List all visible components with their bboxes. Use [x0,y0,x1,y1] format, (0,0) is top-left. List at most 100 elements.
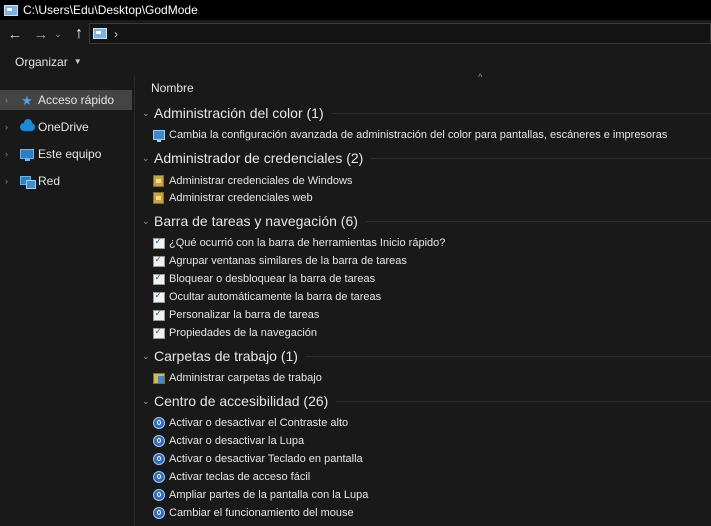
breadcrumb-separator[interactable]: › [114,27,118,41]
item-label: ¿Qué ocurrió con la barra de herramienta… [169,237,446,249]
item-label: Personalizar la barra de tareas [169,309,320,321]
cloud-icon [19,119,35,134]
item-label: Activar o desactivar el Contraste alto [169,417,349,429]
godmode-folder-icon [93,28,107,39]
sidebar-item-network[interactable]: › Red [0,171,132,191]
item-label: Activar teclas de acceso fácil [169,471,311,483]
work-folders-icon [152,372,165,384]
list-item[interactable]: Propiedades de la navegación [152,324,317,342]
accessibility-icon [152,435,165,447]
group-divider [331,112,711,114]
item-label: Propiedades de la navegación [169,327,318,339]
network-icon [19,174,36,189]
list-item[interactable]: Activar teclas de acceso fácil [152,468,310,486]
expand-chevron-icon[interactable]: › [5,176,15,186]
item-label: Activar o desactivar la Lupa [169,435,305,447]
expand-chevron-icon[interactable]: › [5,149,15,159]
organize-button[interactable]: Organizar ▼ [15,55,82,69]
list-item[interactable]: Administrar carpetas de trabajo [152,369,322,387]
taskbar-check-icon [152,326,165,339]
group-header-work-folders[interactable]: ⌄ Carpetas de trabajo (1) [135,345,711,367]
group-title: Administrador de credenciales (2) [154,150,364,166]
computer-icon [19,147,35,161]
group-divider [305,355,711,357]
group-header-color-management[interactable]: ⌄ Administración del color (1) [135,102,711,124]
navigation-bar: ← → ⌄ ↑ › [0,20,711,48]
godmode-folder-icon [4,4,18,16]
list-item[interactable]: Ampliar partes de la pantalla con la Lup… [152,486,368,504]
up-arrow-icon[interactable]: ↑ [68,23,90,45]
column-header-name[interactable]: Nombre [151,81,194,95]
group-title: Administración del color (1) [154,105,324,121]
group-divider [336,400,711,402]
list-item[interactable]: Ocultar automáticamente la barra de tare… [152,288,381,306]
list-item[interactable]: Bloquear o desbloquear la barra de tarea… [152,270,375,288]
list-item[interactable]: Personalizar la barra de tareas [152,306,319,324]
taskbar-check-icon [152,236,165,249]
item-label: Cambiar el funcionamiento del mouse [169,507,354,519]
item-label: Activar o desactivar Teclado en pantalla [169,453,363,465]
group-divider [365,220,711,222]
item-label: Ampliar partes de la pantalla con la Lup… [169,489,369,501]
accessibility-icon [152,453,165,465]
list-item[interactable]: Cambia la configuración avanzada de admi… [152,126,667,144]
taskbar-check-icon [152,290,165,303]
item-label: Administrar credenciales web [169,192,313,204]
list-item[interactable]: Administrar credenciales de Windows [152,172,352,190]
list-item[interactable]: Activar o desactivar el Contraste alto [152,414,348,432]
group-title: Centro de accesibilidad (26) [154,393,329,409]
collapse-chevron-icon[interactable]: ⌄ [142,216,154,227]
title-bar: C:\Users\Edu\Desktop\GodMode [0,0,711,20]
sidebar-item-onedrive[interactable]: › OneDrive [0,117,132,137]
sidebar-item-quick-access[interactable]: › ★ Acceso rápido [0,90,132,110]
item-label: Bloquear o desbloquear la barra de tarea… [169,273,376,285]
group-header-taskbar-navigation[interactable]: ⌄ Barra de tareas y navegación (6) [135,210,711,232]
group-divider [371,157,711,159]
accessibility-icon [152,489,165,501]
expand-chevron-icon[interactable]: › [5,122,15,132]
list-item[interactable]: Agrupar ventanas similares de la barra d… [152,252,407,270]
window-title: C:\Users\Edu\Desktop\GodMode [23,3,198,17]
collapse-chevron-icon[interactable]: ⌄ [142,153,154,164]
item-label: Administrar credenciales de Windows [169,175,353,187]
sidebar-item-this-pc[interactable]: › Este equipo [0,144,132,164]
collapse-chevron-icon[interactable]: ⌄ [142,108,154,119]
forward-arrow-icon[interactable]: → [30,23,52,45]
star-icon: ★ [21,92,33,108]
dropdown-caret-icon: ▼ [73,57,82,66]
group-title: Barra de tareas y navegación (6) [154,213,358,229]
item-label: Agrupar ventanas similares de la barra d… [169,255,407,267]
command-bar: Organizar ▼ [0,48,711,75]
list-item[interactable]: Activar o desactivar la Lupa [152,432,304,450]
item-label: Administrar carpetas de trabajo [169,372,322,384]
taskbar-check-icon [152,254,165,267]
sidebar-item-label: Red [38,174,61,188]
navigation-pane: › ★ Acceso rápido › OneDrive › Este equi… [0,76,134,526]
list-item[interactable]: ¿Qué ocurrió con la barra de herramienta… [152,234,445,252]
group-title: Carpetas de trabajo (1) [154,348,298,364]
item-label: Ocultar automáticamente la barra de tare… [169,291,382,303]
taskbar-check-icon [152,272,165,285]
sidebar-item-label: Acceso rápido [38,93,115,107]
collapse-chevron-icon[interactable]: ⌄ [142,396,154,407]
list-item[interactable]: Cambiar el funcionamiento del mouse [152,504,354,522]
accessibility-icon [152,507,165,519]
organize-label: Organizar [15,54,68,69]
back-arrow-icon[interactable]: ← [4,23,26,45]
item-label: Cambia la configuración avanzada de admi… [169,129,668,141]
taskbar-check-icon [152,308,165,321]
accessibility-icon [152,417,165,429]
address-bar[interactable]: › [89,23,711,44]
sidebar-item-label: Este equipo [38,147,102,161]
group-header-credential-manager[interactable]: ⌄ Administrador de credenciales (2) [135,147,711,169]
list-item[interactable]: Activar o desactivar Teclado en pantalla [152,450,363,468]
recent-locations-chevron-icon[interactable]: ⌄ [52,23,64,45]
color-monitor-icon [152,129,165,142]
expand-chevron-icon[interactable]: › [5,95,15,105]
list-item[interactable]: Administrar credenciales web [152,189,313,207]
sidebar-item-label: OneDrive [38,120,89,134]
group-header-ease-of-access[interactable]: ⌄ Centro de accesibilidad (26) [135,390,711,412]
accessibility-icon [152,471,165,483]
collapse-chevron-icon[interactable]: ⌄ [142,351,154,362]
sort-ascending-icon: ^ [478,72,483,82]
